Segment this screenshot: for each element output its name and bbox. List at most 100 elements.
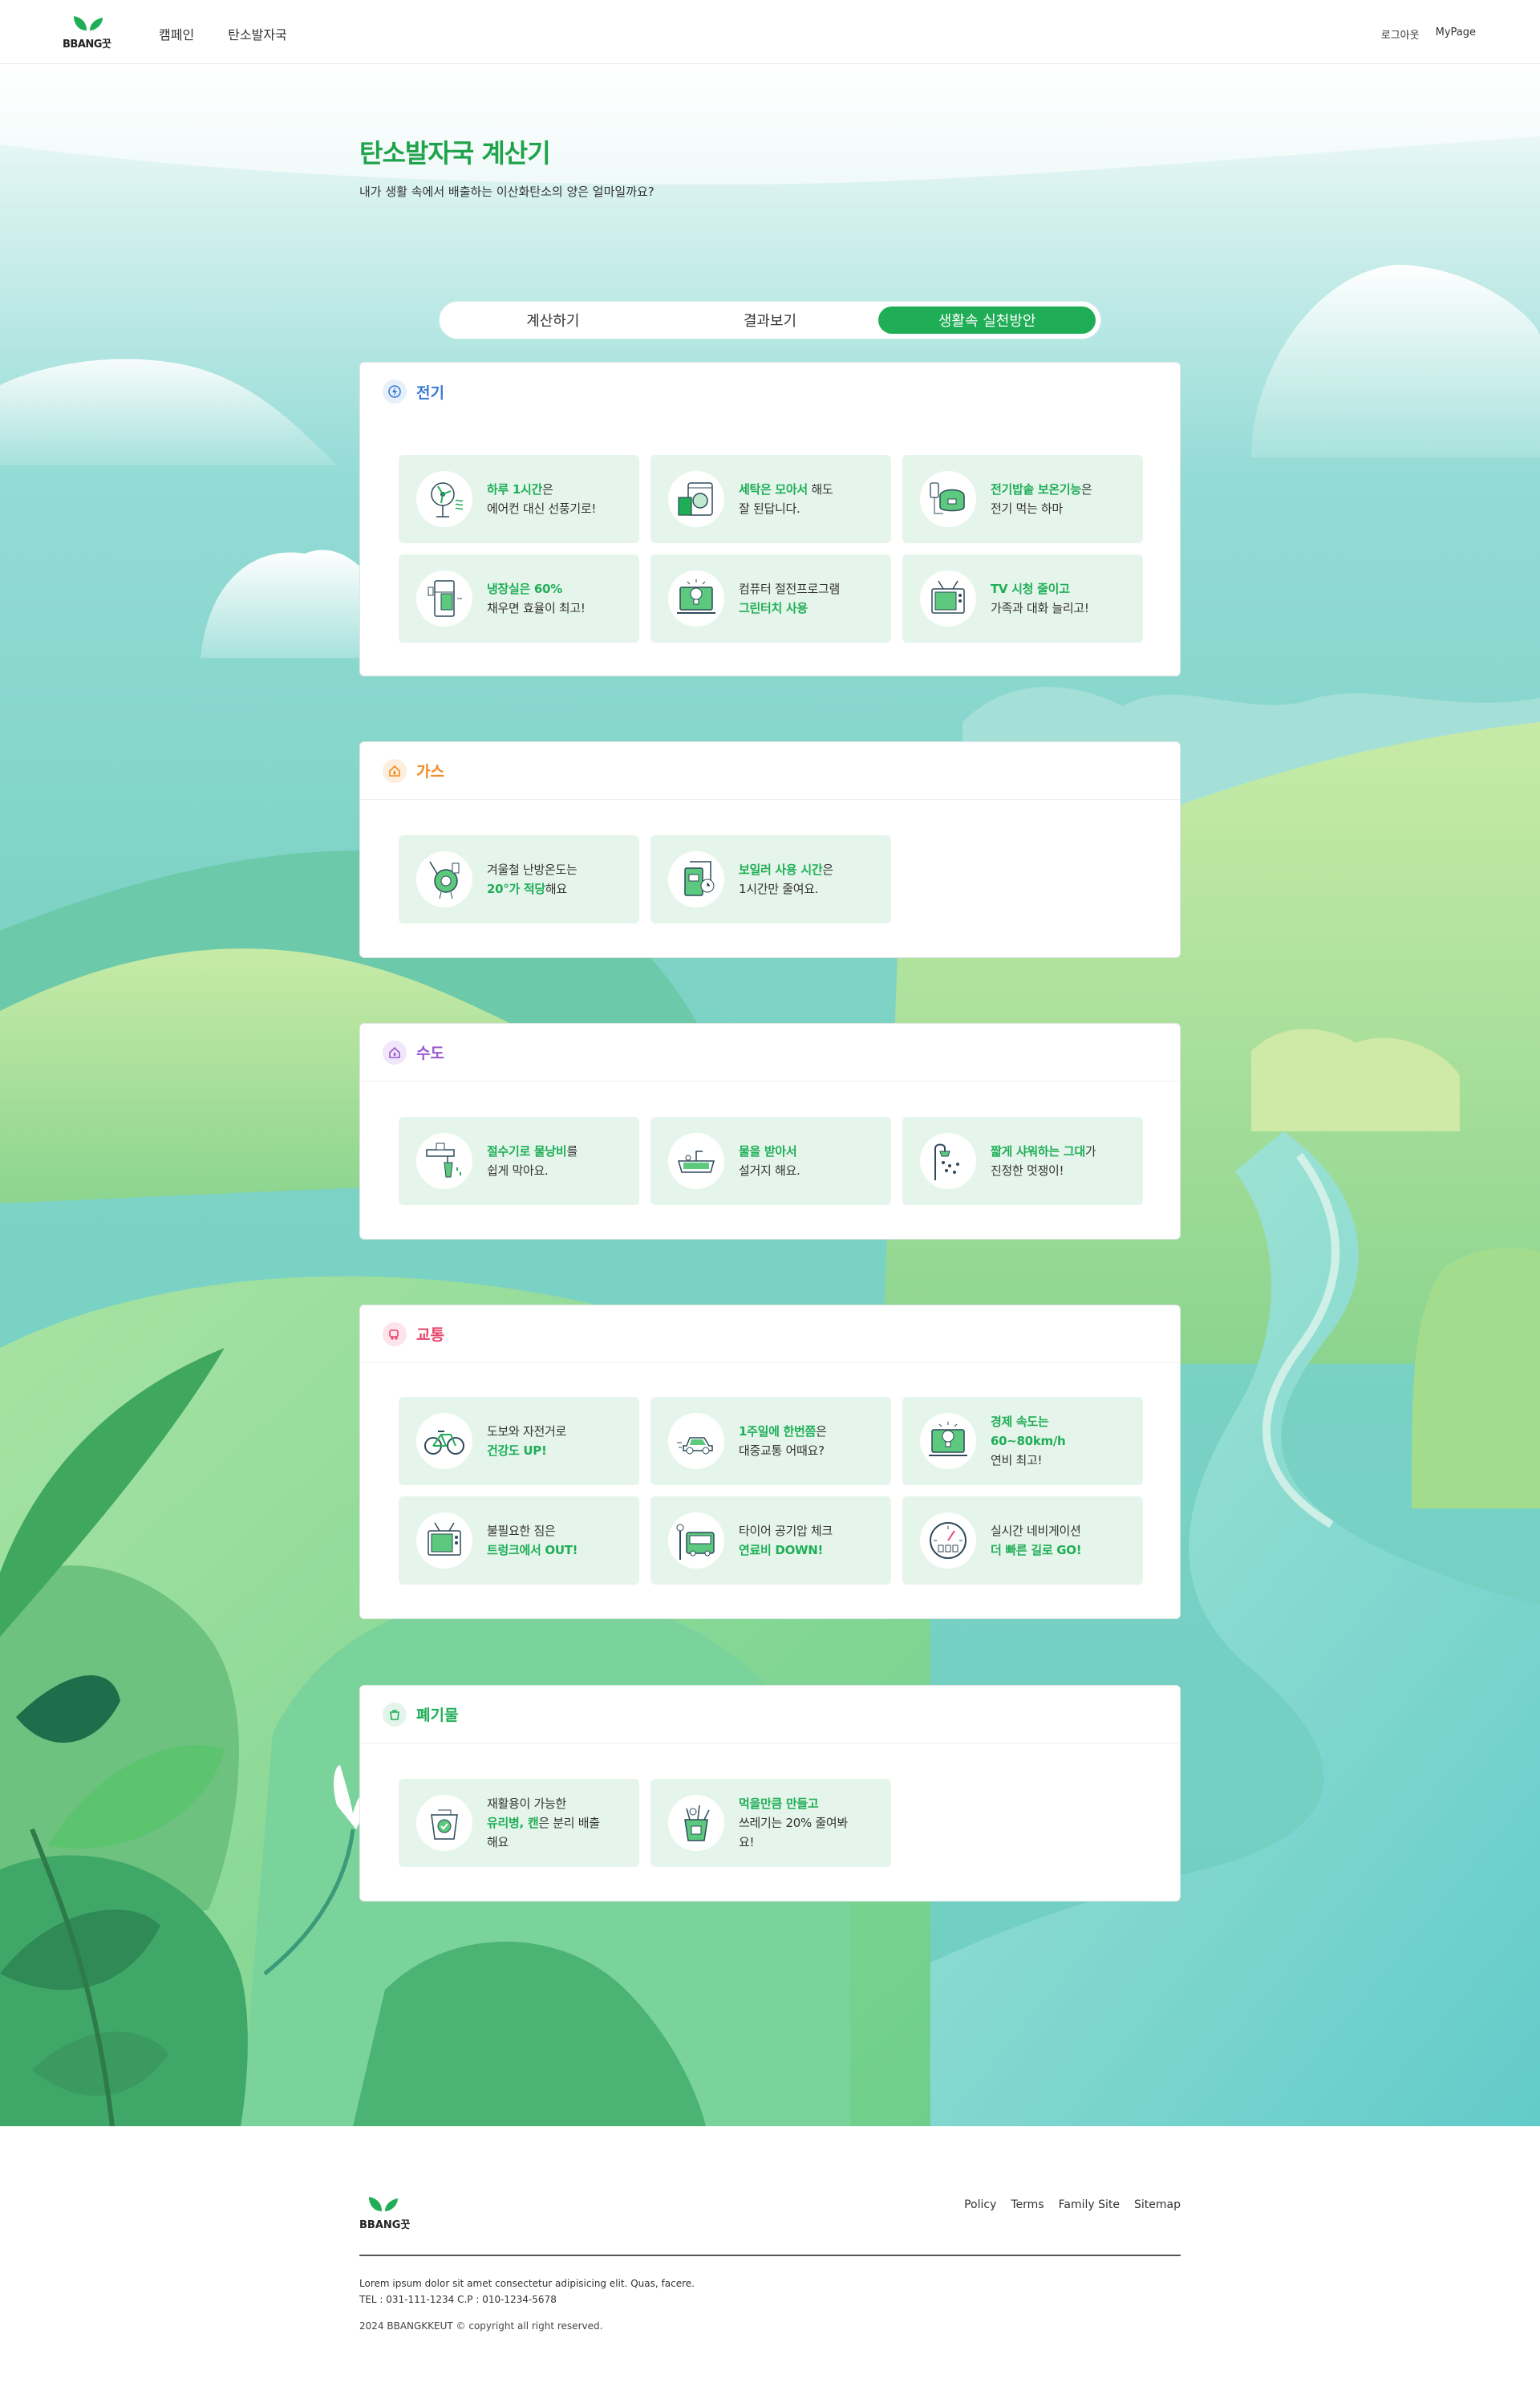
tip-text-highlight: 더 빠른 길로 GO! bbox=[991, 1543, 1082, 1557]
intro-section: 탄소발자국 계산기 내가 생활 속에서 배출하는 이산화탄소의 양은 얼마일까요… bbox=[359, 133, 654, 200]
tip-text-highlight: 짧게 샤워하는 그대 bbox=[991, 1144, 1085, 1159]
footer-link-family-site[interactable]: Family Site bbox=[1059, 2198, 1120, 2211]
category-card-electricity: 전기 하루 1시간은 에어컨 대신 선풍기로! 세탁은 모아서 해도 잘 된답니다.… bbox=[359, 362, 1181, 676]
rice-cooker-icon bbox=[920, 471, 976, 527]
tip-text-segment: 해요 bbox=[487, 1835, 509, 1849]
main-nav: 캠페인 탄소발자국 bbox=[159, 24, 287, 43]
tip-card[interactable]: 경제 속도는 60~80km/h 연비 최고! bbox=[902, 1397, 1143, 1485]
tip-text-highlight: 60~80km/h bbox=[991, 1434, 1066, 1448]
tip-text: 절수기로 물낭비를 쉽게 막아요. bbox=[487, 1142, 578, 1180]
tip-card[interactable]: 컴퓨터 절전프로그램 그린터치 사용 bbox=[650, 554, 891, 643]
tip-card[interactable]: 세탁은 모아서 해도 잘 된답니다. bbox=[650, 455, 891, 543]
tip-text-segment: 잘 된답니다. bbox=[739, 501, 800, 516]
tip-card[interactable]: 실시간 네비게이션 더 빠른 길로 GO! bbox=[902, 1496, 1143, 1585]
category-card-waste: 폐기물 재활용이 가능한 유리병, 캔은 분리 배출 해요 먹을만큼 만들고 쓰레기는… bbox=[359, 1685, 1181, 1902]
food-waste-icon bbox=[668, 1795, 724, 1851]
tip-text-segment: 도보와 자전거로 bbox=[487, 1424, 566, 1439]
tip-card[interactable]: 전기밥솥 보온기능은 전기 먹는 하마 bbox=[902, 455, 1143, 543]
sink-icon bbox=[668, 1133, 724, 1189]
leaf-logo-icon bbox=[74, 16, 103, 30]
calculator-tabs: 계산하기 결과보기 생활속 실천방안 bbox=[440, 302, 1100, 339]
tv-icon bbox=[920, 570, 976, 627]
footer-copyright: 2024 BBANGKKEUT © copyright all right re… bbox=[359, 2320, 603, 2332]
tip-text-segment: 요! bbox=[739, 1835, 755, 1849]
tip-text-highlight: 트렁크에서 OUT! bbox=[487, 1543, 578, 1557]
category-header: 교통 bbox=[360, 1305, 1180, 1363]
tab-results[interactable]: 결과보기 bbox=[662, 306, 879, 334]
tip-card[interactable]: 냉장실은 60% 채우면 효율이 최고! bbox=[399, 554, 639, 643]
tab-practice-tips[interactable]: 생활속 실천방안 bbox=[878, 306, 1096, 334]
tip-text-segment: 해도 bbox=[807, 482, 833, 497]
category-title: 수도 bbox=[416, 1045, 444, 1062]
footer-links: Policy Terms Family Site Sitemap bbox=[964, 2198, 1181, 2211]
footer-description: Lorem ipsum dolor sit amet consectetur a… bbox=[359, 2278, 695, 2289]
refrigerator-icon bbox=[416, 570, 472, 627]
tip-text-highlight: 냉장실은 60% bbox=[487, 582, 562, 596]
tip-text-segment: 1시간만 줄여요. bbox=[739, 882, 819, 896]
footer-link-policy[interactable]: Policy bbox=[964, 2198, 996, 2211]
tip-text-segment: 채우면 효율이 최고! bbox=[487, 601, 586, 615]
tips-grid: 하루 1시간은 에어컨 대신 선풍기로! 세탁은 모아서 해도 잘 된답니다. 전기… bbox=[399, 455, 1143, 643]
tip-text-segment: 쉽게 막아요. bbox=[487, 1163, 549, 1178]
tip-text: 먹을만큼 만들고 쓰레기는 20% 줄여봐 요! bbox=[739, 1794, 848, 1852]
tip-text-highlight: 물을 받아서 bbox=[739, 1144, 797, 1159]
page-subtitle: 내가 생활 속에서 배출하는 이산화탄소의 양은 얼마일까요? bbox=[359, 185, 654, 199]
tip-text: 겨울철 난방온도는 20°가 적당해요 bbox=[487, 860, 578, 899]
tip-card[interactable]: 보일러 사용 시간은 1시간만 줄여요. bbox=[650, 835, 891, 923]
tip-text-highlight: TV 시청 줄이고 bbox=[991, 582, 1070, 596]
tip-card[interactable]: 물을 받아서 설거지 해요. bbox=[650, 1117, 891, 1205]
faucet-icon bbox=[416, 1133, 472, 1189]
tip-text: 1주일에 한번쯤은 대중교통 어때요? bbox=[739, 1422, 827, 1460]
nav-item-carbon-footprint[interactable]: 탄소발자국 bbox=[228, 24, 287, 43]
category-header: 폐기물 bbox=[360, 1686, 1180, 1743]
tip-card[interactable]: TV 시청 줄이고 가족과 대화 늘리고! bbox=[902, 554, 1143, 643]
footer-logo[interactable]: BBANG꿋 bbox=[359, 2195, 411, 2231]
navigation-icon bbox=[920, 1512, 976, 1569]
site-footer: BBANG꿋 Policy Terms Family Site Sitemap … bbox=[0, 2126, 1540, 2399]
tips-grid: 도보와 자전거로 건강도 UP! 1주일에 한번쯤은 대중교통 어때요? 경제 속도… bbox=[399, 1397, 1143, 1585]
tip-text-segment: 타이어 공기압 체크 bbox=[739, 1524, 833, 1538]
tip-card[interactable]: 절수기로 물낭비를 쉽게 막아요. bbox=[399, 1117, 639, 1205]
tip-card[interactable]: 짧게 샤워하는 그대가 진정한 멋쟁이! bbox=[902, 1117, 1143, 1205]
tip-card[interactable]: 불필요한 짐은 트렁크에서 OUT! bbox=[399, 1496, 639, 1585]
recycle-bin-icon bbox=[416, 1795, 472, 1851]
footer-logo-text: BBANG꿋 bbox=[359, 2219, 411, 2231]
tab-calculate[interactable]: 계산하기 bbox=[444, 306, 662, 334]
tip-text: 물을 받아서 설거지 해요. bbox=[739, 1142, 800, 1180]
tip-text-segment: 가 bbox=[1084, 1144, 1096, 1159]
tip-text-highlight: 절수기로 물낭비 bbox=[487, 1144, 567, 1159]
tip-text-segment: 은 분리 배출 bbox=[538, 1816, 600, 1830]
tip-text-highlight: 먹을만큼 만들고 bbox=[739, 1796, 819, 1811]
site-logo[interactable]: BBANG꿋 bbox=[63, 14, 112, 51]
water-icon bbox=[383, 1040, 407, 1065]
footer-link-sitemap[interactable]: Sitemap bbox=[1134, 2198, 1181, 2211]
tip-text: 도보와 자전거로 건강도 UP! bbox=[487, 1422, 566, 1460]
tip-card[interactable]: 먹을만큼 만들고 쓰레기는 20% 줄여봐 요! bbox=[650, 1779, 891, 1867]
waste-icon bbox=[383, 1702, 407, 1727]
tip-text: 냉장실은 60% 채우면 효율이 최고! bbox=[487, 579, 586, 618]
tip-text-segment: 은 bbox=[542, 482, 553, 497]
computer-icon bbox=[668, 570, 724, 627]
trunk-icon bbox=[416, 1512, 472, 1569]
tip-card[interactable]: 1주일에 한번쯤은 대중교통 어때요? bbox=[650, 1397, 891, 1485]
shower-icon bbox=[920, 1133, 976, 1189]
tip-text-highlight: 전기밥솥 보온기능 bbox=[991, 482, 1081, 497]
tip-text: 경제 속도는 60~80km/h 연비 최고! bbox=[991, 1412, 1066, 1470]
nav-item-campaign[interactable]: 캠페인 bbox=[159, 24, 194, 43]
page-title: 탄소발자국 계산기 bbox=[359, 138, 551, 168]
mypage-link[interactable]: MyPage bbox=[1436, 26, 1476, 42]
tip-text: 불필요한 짐은 트렁크에서 OUT! bbox=[487, 1521, 578, 1560]
tip-text-highlight: 1주일에 한번쯤 bbox=[739, 1424, 817, 1439]
tip-card[interactable]: 도보와 자전거로 건강도 UP! bbox=[399, 1397, 639, 1485]
car-icon bbox=[668, 1413, 724, 1469]
tip-text-segment: 재활용이 가능한 bbox=[487, 1796, 566, 1811]
tip-card[interactable]: 하루 1시간은 에어컨 대신 선풍기로! bbox=[399, 455, 639, 543]
footer-link-terms[interactable]: Terms bbox=[1011, 2198, 1044, 2211]
tip-card[interactable]: 타이어 공기압 체크 연료비 DOWN! bbox=[650, 1496, 891, 1585]
tip-card[interactable]: 재활용이 가능한 유리병, 캔은 분리 배출 해요 bbox=[399, 1779, 639, 1867]
tip-text-segment: 은 bbox=[1080, 482, 1092, 497]
fan-icon bbox=[416, 471, 472, 527]
tip-card[interactable]: 겨울철 난방온도는 20°가 적당해요 bbox=[399, 835, 639, 923]
logout-link[interactable]: 로그아웃 bbox=[1381, 26, 1420, 42]
tip-text-highlight: 그린터치 사용 bbox=[739, 601, 808, 615]
